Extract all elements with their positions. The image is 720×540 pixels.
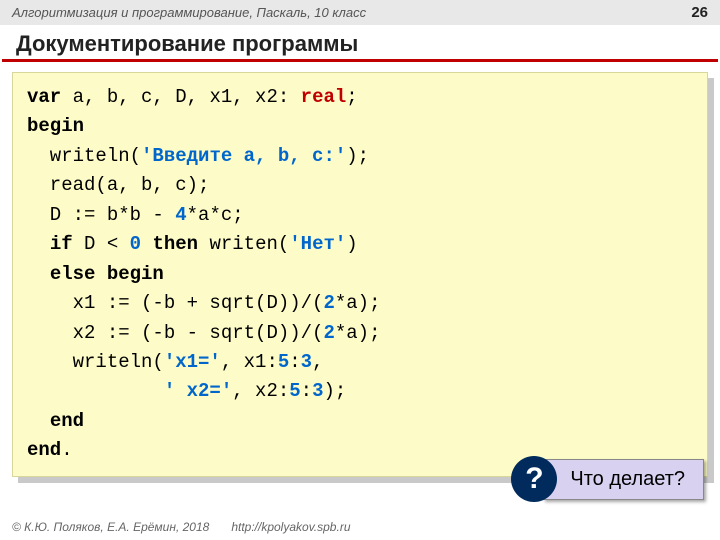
dot: . (61, 439, 72, 461)
kw-then: then (152, 233, 198, 255)
l8a: x1 := (-b + sqrt(D))/( (27, 292, 323, 314)
l3c: ); (346, 145, 369, 167)
kw-end-outer: end (27, 439, 61, 461)
copyright: © К.Ю. Поляков, Е.А. Ерёмин, 2018 (12, 520, 209, 534)
l6e (141, 233, 152, 255)
l5a: D := b*b - (27, 204, 175, 226)
l11c: , x2: (232, 380, 289, 402)
footer: © К.Ю. Поляков, Е.А. Ерёмин, 2018 http:/… (0, 514, 720, 540)
l10g: , (312, 351, 323, 373)
num-5a: 5 (278, 351, 289, 373)
l6g: writen( (198, 233, 289, 255)
num-0: 0 (130, 233, 141, 255)
l6i: ) (346, 233, 357, 255)
kw-if: if (50, 233, 73, 255)
type-real: real (301, 86, 347, 108)
num-5b: 5 (289, 380, 300, 402)
str-prompt: 'Введите a, b, c:' (141, 145, 346, 167)
str-x2: ' x2=' (164, 380, 232, 402)
kw-end-inner: end (50, 410, 84, 432)
page-number: 26 (691, 4, 708, 21)
l6a (27, 233, 50, 255)
num-4: 4 (175, 204, 186, 226)
decl-vars: a, b, c, D, x1, x2: (61, 86, 300, 108)
l9c: *a); (335, 322, 381, 344)
l11g: ); (323, 380, 346, 402)
str-x1: 'x1=' (164, 351, 221, 373)
l5c: *a*c; (187, 204, 244, 226)
code-block: var a, b, c, D, x1, x2: real; begin writ… (12, 72, 708, 477)
l10e: : (289, 351, 300, 373)
code-container: var a, b, c, D, x1, x2: real; begin writ… (12, 72, 708, 477)
header: Алгоритмизация и программирование, Паска… (0, 0, 720, 25)
kw-var: var (27, 86, 61, 108)
num-3b: 3 (312, 380, 323, 402)
semi1: ; (346, 86, 357, 108)
l11e: : (301, 380, 312, 402)
kw-begin: begin (27, 115, 84, 137)
num-2a: 2 (323, 292, 334, 314)
page-title: Документирование программы (2, 25, 718, 62)
l3a: writeln( (27, 145, 141, 167)
l10a: writeln( (27, 351, 164, 373)
l12a (27, 410, 50, 432)
kw-else-begin: else begin (50, 263, 164, 285)
num-3a: 3 (301, 351, 312, 373)
l4: read(a, b, c); (27, 174, 209, 196)
str-net: 'Нет' (289, 233, 346, 255)
l8c: *a); (335, 292, 381, 314)
footer-url: http://kpolyakov.spb.ru (231, 520, 350, 534)
l6c: D < (73, 233, 130, 255)
l7a (27, 263, 50, 285)
num-2b: 2 (323, 322, 334, 344)
breadcrumb: Алгоритмизация и программирование, Паска… (12, 5, 366, 20)
l10c: , x1: (221, 351, 278, 373)
l9a: x2 := (-b - sqrt(D))/( (27, 322, 323, 344)
l11a (27, 380, 164, 402)
question-callout: ? Что делает? (511, 456, 704, 502)
question-text: Что делает? (543, 459, 704, 500)
